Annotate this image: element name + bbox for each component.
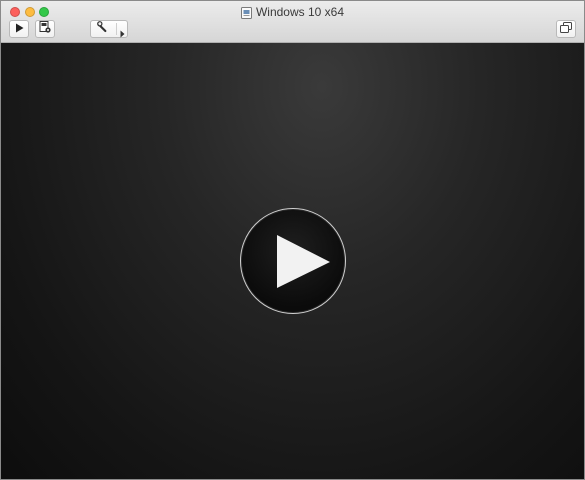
play-icon bbox=[277, 235, 330, 288]
settings-button[interactable] bbox=[90, 20, 128, 38]
snapshot-button[interactable] bbox=[35, 20, 55, 38]
title-bar[interactable]: Windows 10 x64 bbox=[1, 1, 584, 43]
vm-display-area[interactable] bbox=[1, 43, 584, 479]
dropdown-arrow-icon[interactable] bbox=[120, 25, 125, 43]
window-title: Windows 10 x64 bbox=[255, 5, 345, 19]
window-icon bbox=[560, 20, 572, 38]
start-vm-button[interactable] bbox=[240, 208, 346, 314]
vm-window: Windows 10 x64 bbox=[0, 0, 585, 480]
snapshot-icon bbox=[39, 20, 51, 38]
window-title-group: Windows 10 x64 bbox=[1, 4, 584, 20]
play-icon bbox=[15, 20, 24, 38]
window-mode-button[interactable] bbox=[556, 20, 576, 38]
dropdown-divider bbox=[116, 23, 117, 35]
wrench-icon bbox=[97, 20, 109, 38]
vm-document-icon bbox=[240, 6, 252, 19]
play-button[interactable] bbox=[9, 20, 29, 38]
